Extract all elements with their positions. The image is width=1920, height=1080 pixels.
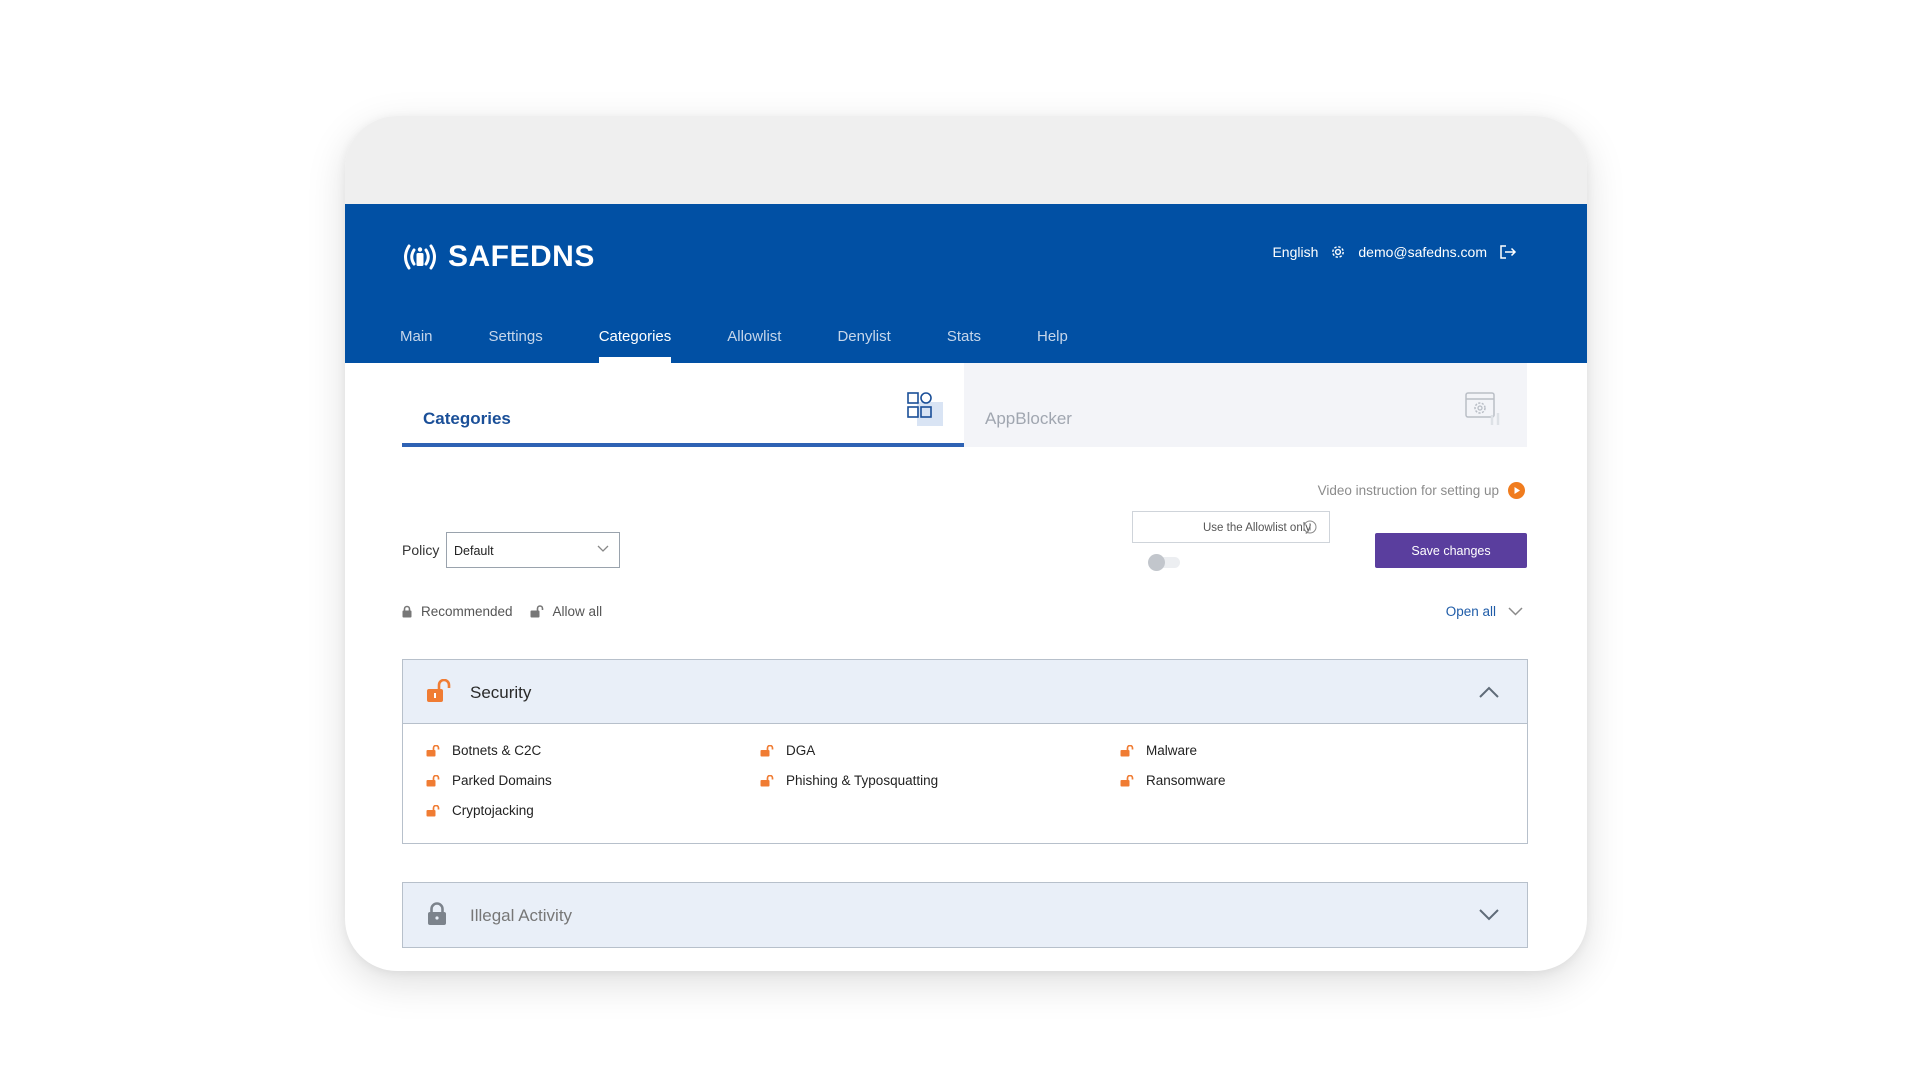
unlock-icon — [760, 744, 774, 756]
unlock-icon — [426, 774, 440, 786]
unlock-icon — [1120, 774, 1134, 786]
category-group-illegal-activity: Illegal Activity — [402, 882, 1528, 948]
lock-legend: Recommended Allow all — [402, 604, 619, 619]
nav-settings[interactable]: Settings — [489, 314, 543, 363]
legend-recommended[interactable]: Recommended — [402, 604, 513, 619]
unlock-icon — [760, 774, 774, 786]
category-label: Cryptojacking — [452, 803, 534, 818]
category-item[interactable]: Malware — [1120, 743, 1197, 758]
illegal-activity-header[interactable]: Illegal Activity — [403, 883, 1527, 947]
unlock-icon — [1120, 744, 1134, 756]
chevron-up-icon[interactable] — [1479, 686, 1499, 698]
toggle-knob — [1148, 554, 1165, 571]
chevron-down-icon — [597, 545, 609, 552]
lock-icon — [402, 605, 412, 618]
policy-selected-value: Default — [454, 544, 494, 558]
allowlist-only-toggle[interactable] — [1148, 554, 1182, 571]
legend-allow-all[interactable]: Allow all — [530, 604, 603, 619]
legend-recommended-label: Recommended — [421, 604, 513, 619]
grid-icon — [907, 392, 943, 426]
nav-categories[interactable]: Categories — [598, 314, 671, 363]
play-icon — [1508, 482, 1525, 499]
nav-stats[interactable]: Stats — [947, 314, 981, 363]
device-frame: SAFEDNS English demo@safedns.com Main Se… — [345, 116, 1587, 971]
allowlist-only-label: Use the Allowlist only — [1203, 522, 1312, 534]
safedns-logo-icon — [404, 244, 436, 270]
chevron-down-icon[interactable] — [1479, 909, 1499, 921]
security-title: Security — [470, 683, 532, 702]
category-label: Malware — [1146, 743, 1198, 758]
unlock-icon — [426, 804, 440, 816]
video-instruction-label: Video instruction for setting up — [1317, 483, 1499, 498]
category-item[interactable]: Ransomware — [1120, 773, 1226, 788]
main-nav: Main Settings Categories Allowlist Denyl… — [400, 314, 1124, 363]
lock-icon — [428, 902, 446, 925]
logo[interactable]: SAFEDNS — [400, 240, 595, 274]
category-item[interactable]: Phishing & Typosquatting — [760, 773, 938, 788]
open-all-label: Open all — [1445, 604, 1496, 619]
info-icon[interactable] — [1303, 520, 1317, 534]
tab-categories-label: Categories — [423, 409, 511, 428]
tab-appblocker-label: AppBlocker — [985, 409, 1072, 428]
tab-appblocker[interactable]: AppBlocker — [964, 363, 1527, 447]
category-item[interactable]: Cryptojacking — [426, 803, 534, 818]
language-selector[interactable]: English — [1272, 244, 1318, 260]
nav-denylist[interactable]: Denylist — [837, 314, 890, 363]
category-label: DGA — [786, 743, 816, 758]
app-header: SAFEDNS English demo@safedns.com Main Se… — [345, 204, 1587, 363]
legend-allow-all-label: Allow all — [552, 604, 603, 619]
category-label: Parked Domains — [452, 773, 552, 788]
policy-select[interactable]: Default — [446, 532, 620, 568]
allowlist-only-option[interactable]: Use the Allowlist only — [1132, 511, 1330, 543]
brand-name: SAFEDNS — [448, 240, 595, 273]
nav-allowlist[interactable]: Allowlist — [727, 314, 781, 363]
video-instruction-link[interactable]: Video instruction for setting up — [1318, 482, 1525, 499]
device-top-bar — [345, 116, 1587, 204]
user-email[interactable]: demo@safedns.com — [1358, 244, 1487, 260]
open-all-toggle[interactable]: Open all — [1446, 604, 1523, 619]
app-settings-icon — [1465, 392, 1500, 425]
category-item[interactable]: Parked Domains — [426, 773, 552, 788]
unlock-icon — [427, 679, 451, 702]
nav-main[interactable]: Main — [400, 314, 433, 363]
category-group-security: Security Botnets & C2C DGA Malware Parke… — [402, 659, 1528, 844]
category-item[interactable]: DGA — [760, 743, 815, 758]
security-categories: Botnets & C2C DGA Malware Parked Domains… — [403, 724, 1527, 843]
tab-categories[interactable]: Categories — [402, 363, 964, 447]
category-label: Botnets & C2C — [452, 743, 542, 758]
header-user-area: English demo@safedns.com — [1272, 244, 1517, 260]
unlock-icon — [530, 605, 543, 618]
policy-label: Policy — [402, 542, 440, 558]
security-header[interactable]: Security — [403, 660, 1527, 724]
sub-tabs: Categories AppBlocker — [402, 363, 1527, 447]
nav-help[interactable]: Help — [1037, 314, 1068, 363]
chevron-down-icon — [1508, 607, 1523, 616]
category-item[interactable]: Botnets & C2C — [426, 743, 541, 758]
unlock-icon — [426, 744, 440, 756]
gear-icon[interactable] — [1330, 244, 1346, 260]
logout-icon[interactable] — [1499, 244, 1517, 260]
save-changes-button[interactable]: Save changes — [1375, 533, 1527, 568]
illegal-activity-title: Illegal Activity — [470, 906, 573, 925]
category-label: Ransomware — [1146, 773, 1226, 788]
category-label: Phishing & Typosquatting — [786, 773, 939, 788]
